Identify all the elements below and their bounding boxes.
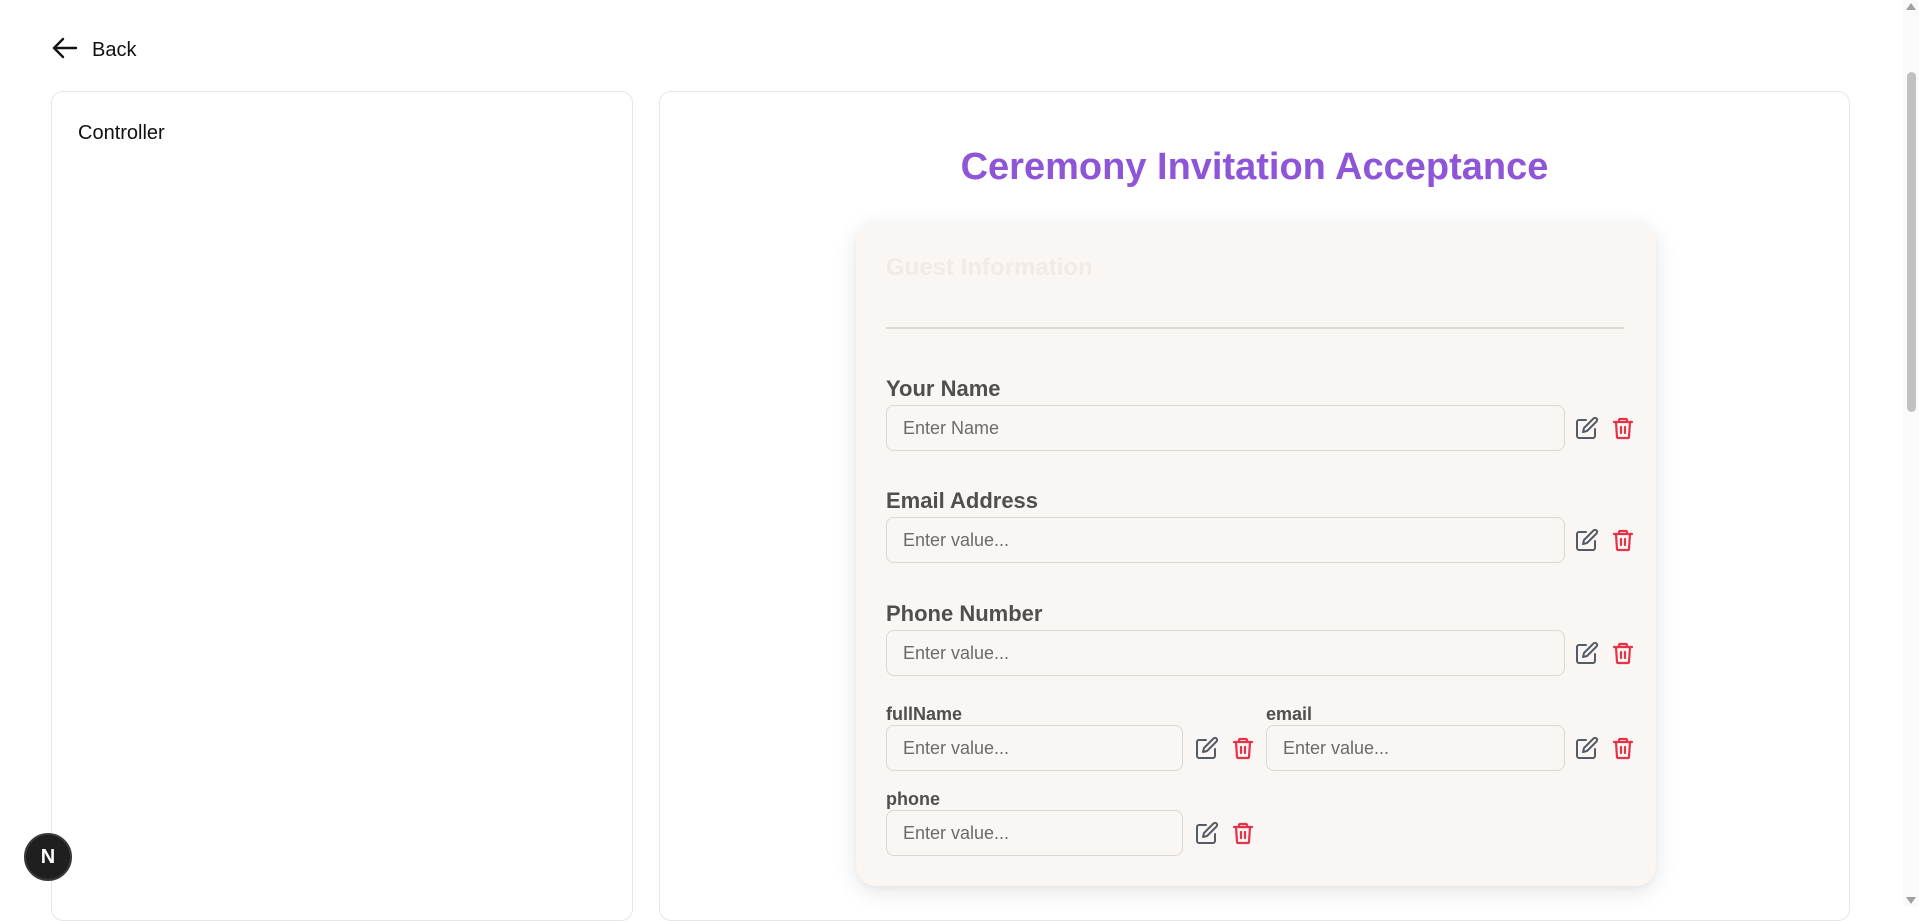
- edit-icon[interactable]: [1193, 819, 1221, 847]
- phone-number-input[interactable]: [886, 630, 1565, 676]
- your-name-label: Your Name: [886, 376, 1001, 401]
- back-label: Back: [92, 38, 137, 61]
- trash-icon[interactable]: [1229, 819, 1257, 847]
- n-badge-letter: N: [40, 845, 56, 868]
- edit-icon[interactable]: [1573, 639, 1601, 667]
- scroll-up-arrow-icon[interactable]: [1906, 3, 1916, 10]
- trash-icon[interactable]: [1229, 734, 1257, 762]
- form-title: Ceremony Invitation Acceptance: [960, 146, 1549, 188]
- section-divider: [886, 327, 1624, 329]
- email-address-label: Email Address: [886, 488, 1039, 513]
- back-button[interactable]: Back: [52, 36, 136, 64]
- email-address-input[interactable]: [886, 517, 1565, 563]
- arrow-left-icon: [52, 37, 78, 64]
- full-name-label: fullName: [886, 704, 963, 724]
- edit-icon[interactable]: [1573, 734, 1601, 762]
- full-name-input[interactable]: [886, 725, 1183, 771]
- your-name-input[interactable]: [886, 405, 1565, 451]
- phone-label: phone: [886, 789, 940, 809]
- email-label: email: [1266, 704, 1313, 724]
- edit-icon[interactable]: [1193, 734, 1221, 762]
- form-preview-panel: Ceremony Invitation Acceptance Guest Inf…: [659, 91, 1850, 921]
- trash-icon[interactable]: [1609, 639, 1637, 667]
- edit-icon[interactable]: [1573, 526, 1601, 554]
- page-scrollbar[interactable]: [1903, 0, 1919, 907]
- section-title: Guest Information: [886, 254, 1093, 281]
- edit-icon[interactable]: [1573, 414, 1601, 442]
- email-input[interactable]: [1266, 725, 1565, 771]
- form-card: Guest Information Your Name Email Addres…: [856, 222, 1656, 886]
- phone-input[interactable]: [886, 810, 1183, 856]
- n-badge-button[interactable]: N: [24, 833, 72, 881]
- controller-panel: Controller: [51, 91, 633, 921]
- phone-number-label: Phone Number: [886, 601, 1043, 626]
- controller-title: Controller: [78, 122, 165, 144]
- trash-icon[interactable]: [1609, 526, 1637, 554]
- trash-icon[interactable]: [1609, 734, 1637, 762]
- trash-icon[interactable]: [1609, 414, 1637, 442]
- scrollbar-thumb[interactable]: [1907, 72, 1916, 412]
- scroll-down-arrow-icon[interactable]: [1906, 897, 1916, 904]
